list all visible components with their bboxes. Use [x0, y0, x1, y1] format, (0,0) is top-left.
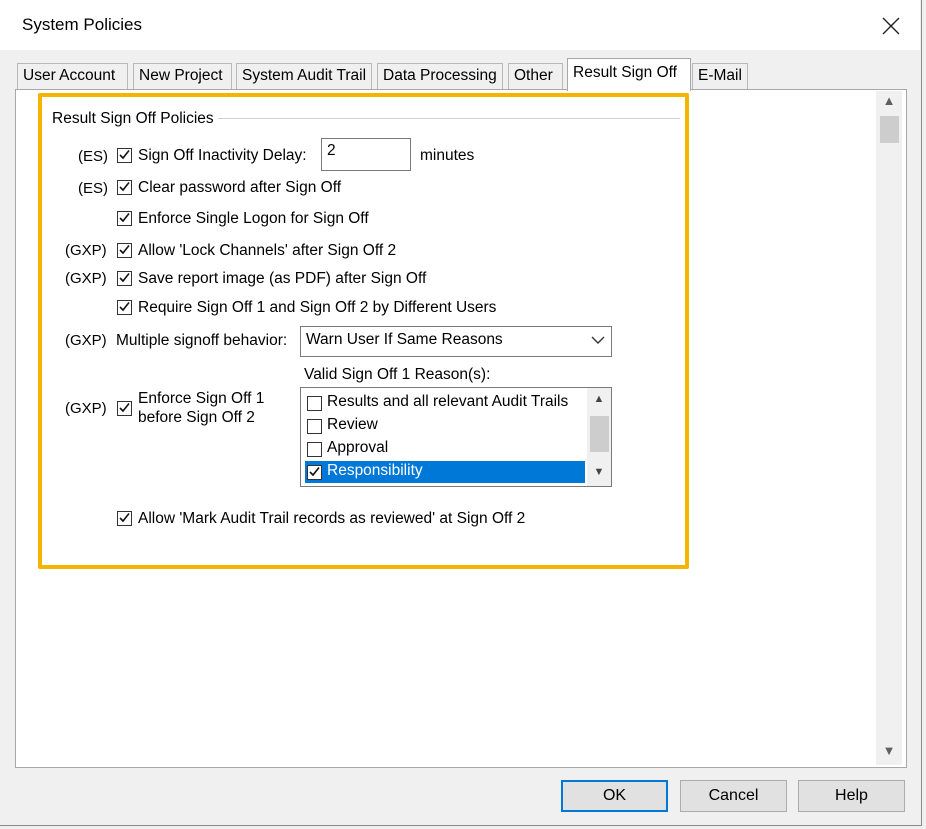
listbox-scrollbar[interactable]: ▲ ▼ [587, 388, 611, 486]
cancel-button[interactable]: Cancel [680, 780, 787, 812]
row-prefix: (GXP) [65, 270, 107, 287]
scrollbar-thumb[interactable] [880, 116, 899, 143]
row-prefix: (ES) [78, 180, 108, 197]
tab-label: E-Mail [698, 67, 742, 84]
tab-label: New Project [139, 67, 223, 84]
minutes-label: minutes [420, 147, 475, 164]
title-bar: System Policies [0, 0, 920, 50]
enforce-sign-off-checkbox[interactable] [117, 401, 132, 416]
panel-scrollbar[interactable]: ▲ ▼ [876, 91, 902, 765]
different-users-checkbox[interactable] [117, 300, 132, 315]
tab-data-processing[interactable]: Data Processing [377, 63, 503, 89]
check-icon [119, 182, 130, 192]
different-users-label: Require Sign Off 1 and Sign Off 2 by Dif… [138, 299, 497, 316]
inactivity-delay-checkbox[interactable] [117, 148, 132, 163]
tab-other[interactable]: Other [508, 63, 563, 89]
system-policies-dialog: System Policies User Account New Project… [0, 0, 922, 826]
listbox-scroll-thumb[interactable] [590, 416, 609, 452]
tab-user-account[interactable]: User Account [17, 63, 128, 89]
tab-new-project[interactable]: New Project [133, 63, 232, 89]
reason-label: Results and all relevant Audit Trails [327, 393, 569, 410]
mark-audit-trail-label: Allow 'Mark Audit Trail records as revie… [138, 510, 526, 527]
window-title: System Policies [22, 15, 142, 34]
list-item[interactable]: Results and all relevant Audit Trails [305, 392, 585, 414]
tab-label: Data Processing [383, 67, 497, 84]
list-item[interactable]: Review [305, 415, 585, 437]
lock-channels-checkbox[interactable] [117, 243, 132, 258]
multiple-signoff-label: Multiple signoff behavior: [116, 332, 288, 349]
tab-system-audit-trail[interactable]: System Audit Trail [236, 63, 372, 89]
save-report-pdf-checkbox[interactable] [117, 271, 132, 286]
tab-result-sign-off[interactable]: Result Sign Off [567, 58, 691, 91]
row-prefix: (ES) [78, 148, 108, 165]
valid-reasons-listbox[interactable]: Results and all relevant Audit Trails Re… [300, 387, 612, 487]
save-report-pdf-label: Save report image (as PDF) after Sign Of… [138, 270, 427, 287]
list-item[interactable]: Approval [305, 438, 585, 460]
help-button[interactable]: Help [798, 780, 905, 812]
tab-label: System Audit Trail [242, 67, 367, 84]
reason-label: Responsibility [327, 462, 423, 479]
multiple-signoff-value: Warn User If Same Reasons [306, 331, 503, 348]
reason-checkbox[interactable] [307, 465, 322, 480]
close-button[interactable] [868, 6, 914, 46]
clear-password-checkbox[interactable] [117, 180, 132, 195]
reason-checkbox[interactable] [307, 419, 322, 434]
scroll-down-icon[interactable]: ▼ [876, 743, 902, 763]
single-logon-label: Enforce Single Logon for Sign Off [138, 210, 369, 227]
reason-checkbox[interactable] [307, 396, 322, 411]
check-icon [119, 150, 130, 160]
inactivity-delay-value: 2 [327, 142, 336, 159]
reason-label: Approval [327, 439, 389, 456]
valid-reasons-label: Valid Sign Off 1 Reason(s): [304, 366, 491, 383]
check-icon [119, 213, 130, 223]
group-title: Result Sign Off Policies [52, 110, 218, 128]
scroll-down-icon[interactable]: ▼ [587, 466, 611, 478]
tab-label: Result Sign Off [573, 64, 677, 81]
lock-channels-label: Allow 'Lock Channels' after Sign Off 2 [138, 242, 397, 259]
single-logon-checkbox[interactable] [117, 211, 132, 226]
enforce-sign-off-line2: before Sign Off 2 [138, 409, 255, 426]
tab-e-mail[interactable]: E-Mail [692, 63, 748, 89]
tab-label: Other [514, 67, 553, 84]
clear-password-label: Clear password after Sign Off [138, 179, 342, 196]
row-prefix: (GXP) [65, 400, 107, 417]
row-prefix: (GXP) [65, 242, 107, 259]
check-icon [119, 302, 130, 312]
ok-button[interactable]: OK [561, 780, 668, 812]
inactivity-delay-label: Sign Off Inactivity Delay: [138, 147, 307, 164]
check-icon [119, 403, 130, 413]
mark-audit-trail-checkbox[interactable] [117, 511, 132, 526]
enforce-sign-off-line1: Enforce Sign Off 1 [138, 390, 265, 407]
multiple-signoff-select[interactable]: Warn User If Same Reasons [300, 326, 612, 357]
check-icon [119, 245, 130, 255]
check-icon [119, 273, 130, 283]
close-icon [882, 17, 900, 35]
scroll-up-icon[interactable]: ▲ [876, 93, 902, 113]
check-icon [309, 467, 320, 477]
reason-label: Review [327, 416, 378, 433]
inactivity-delay-input[interactable]: 2 [321, 138, 411, 171]
row-prefix: (GXP) [65, 332, 107, 349]
chevron-down-icon [591, 336, 605, 344]
group-divider [214, 118, 680, 119]
scroll-up-icon[interactable]: ▲ [587, 393, 611, 405]
tab-label: User Account [23, 67, 116, 84]
list-item[interactable]: Responsibility [305, 461, 585, 483]
reason-checkbox[interactable] [307, 442, 322, 457]
check-icon [119, 513, 130, 523]
